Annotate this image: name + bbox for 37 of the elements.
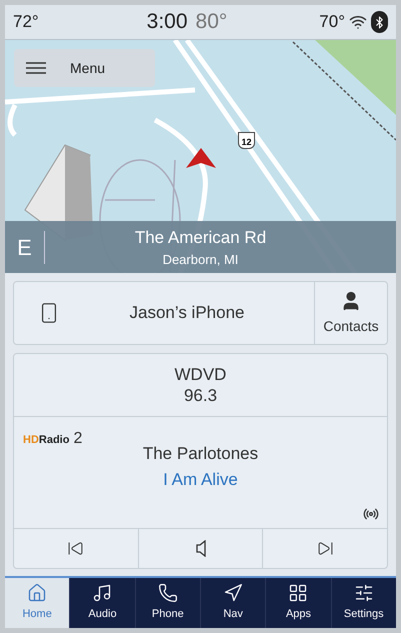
street-name: The American Rd (134, 226, 266, 248)
position-arrow-icon (186, 148, 216, 168)
wifi-icon (349, 13, 367, 31)
passenger-temperature: 70° (319, 11, 345, 34)
hd-radio-logo: HDRadio (23, 433, 70, 448)
antenna-icon (363, 506, 379, 522)
nav-tab[interactable]: Nav (200, 578, 266, 628)
menu-button[interactable]: Menu (14, 49, 155, 87)
music-note-icon (92, 583, 112, 604)
station-name: WDVD (174, 364, 226, 385)
route-shield: 12 (238, 132, 255, 149)
previous-icon (67, 540, 84, 557)
settings-icon (354, 583, 374, 604)
nav-tab[interactable]: Apps (265, 578, 331, 628)
menu-icon (26, 62, 46, 74)
nav-tab[interactable]: Audio (69, 578, 135, 628)
station-frequency: 96.3 (184, 385, 218, 406)
artist-name: The Parlotones (142, 443, 258, 465)
heading-indicator: E (5, 230, 45, 264)
device-name: Jason’s iPhone (128, 302, 246, 324)
contacts-button[interactable]: Contacts (314, 282, 387, 344)
song-title: I Am Alive (163, 468, 238, 490)
interior-temperature: 80° (196, 9, 228, 36)
nav-tab[interactable]: Home (5, 578, 70, 628)
clock: 3:00 (146, 9, 188, 36)
home-icon (27, 583, 48, 604)
phone-icon (158, 583, 178, 604)
outside-temperature: 72° (13, 11, 39, 34)
navigation-icon (223, 583, 244, 604)
bluetooth-badge (371, 11, 388, 33)
next-icon (316, 540, 334, 557)
grid-icon (288, 583, 308, 604)
nav-tab[interactable]: Phone (134, 578, 200, 628)
city-name: Dearborn, MI (162, 251, 238, 269)
nav-tab[interactable]: Settings (330, 578, 396, 628)
speaker-icon (196, 540, 206, 557)
hd-channel: 2 (73, 429, 82, 449)
